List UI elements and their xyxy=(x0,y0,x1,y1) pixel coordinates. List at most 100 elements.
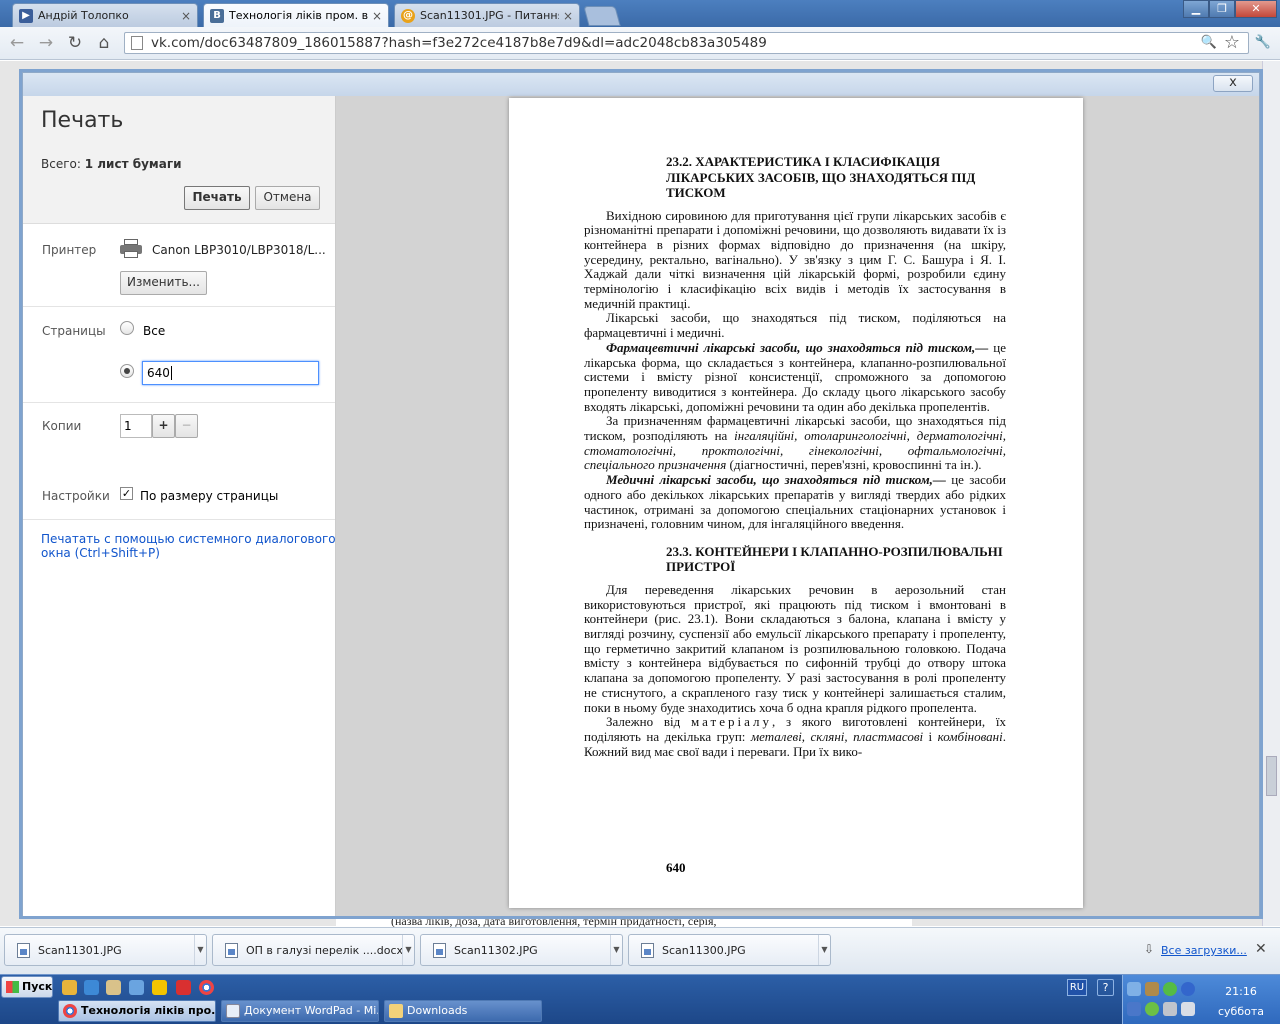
forward-icon[interactable]: → xyxy=(35,33,57,53)
quicklaunch-star-icon[interactable] xyxy=(152,980,167,995)
divider xyxy=(23,519,335,520)
section-heading: 23.3. КОНТЕЙНЕРИ І КЛАПАННО-РОЗПИЛЮВАЛЬН… xyxy=(666,543,1003,575)
all-downloads-link[interactable]: Все загрузки... xyxy=(1161,944,1247,957)
download-name: Scan11302.JPG xyxy=(454,943,538,957)
printer-name[interactable]: Canon LBP3010/LBP3018/L... xyxy=(152,243,326,257)
task-wordpad[interactable]: Документ WordPad - Mi... xyxy=(221,1000,379,1022)
quicklaunch-opera-icon[interactable] xyxy=(176,980,191,995)
fit-to-page-checkbox[interactable]: ✓ xyxy=(120,487,133,500)
quicklaunch-files-icon[interactable] xyxy=(106,980,121,995)
close-tab-icon[interactable]: × xyxy=(563,9,573,23)
print-header: Печать Всего: 1 лист бумаги Печать Отмен… xyxy=(23,96,335,224)
volume-icon[interactable] xyxy=(1181,1002,1195,1016)
pages-label: Страницы xyxy=(42,324,106,338)
download-item[interactable]: Scan11301.JPG ▼ xyxy=(4,934,207,966)
start-label: Пуск xyxy=(22,980,53,993)
messenger-icon[interactable] xyxy=(1145,1002,1159,1016)
paragraph: Лікарські засоби, що знаходяться під тис… xyxy=(584,310,1006,341)
help-icon[interactable]: ? xyxy=(1097,979,1114,996)
pages-custom-radio[interactable] xyxy=(120,364,134,378)
pages-all-radio[interactable] xyxy=(120,321,134,335)
chevron-down-icon[interactable]: ▼ xyxy=(818,935,830,965)
text: і xyxy=(923,729,938,744)
download-item[interactable]: Scan11302.JPG ▼ xyxy=(420,934,623,966)
minimize-button[interactable]: ▁ xyxy=(1183,0,1209,18)
term: Медичні лікарські засоби, що знаходяться… xyxy=(606,472,946,488)
language-indicator[interactable]: RU xyxy=(1067,979,1087,996)
task-downloads[interactable]: Downloads xyxy=(384,1000,542,1022)
scrollbar-thumb[interactable] xyxy=(1266,756,1277,796)
settings-label: Настройки xyxy=(42,489,110,503)
total-value: 1 лист бумаги xyxy=(84,157,182,171)
image-file-icon xyxy=(641,942,654,958)
restore-button[interactable]: ❐ xyxy=(1209,0,1235,18)
new-tab-button[interactable] xyxy=(583,6,621,26)
start-button[interactable]: Пуск xyxy=(1,976,53,998)
page-scrollbar[interactable] xyxy=(1262,61,1280,926)
zoom-icon[interactable]: 🔍 xyxy=(1198,33,1220,53)
download-name: Scan11301.JPG xyxy=(38,943,122,957)
task-label: Документ WordPad - Mi... xyxy=(244,1004,379,1017)
image-file-icon xyxy=(17,942,30,958)
cancel-button[interactable]: Отмена xyxy=(255,186,320,210)
tab-scan[interactable]: @ Scan11301.JPG - Питання д × xyxy=(394,3,580,27)
copies-input[interactable]: 1 xyxy=(120,414,152,438)
chevron-down-icon[interactable]: ▼ xyxy=(194,935,206,965)
sync-icon[interactable] xyxy=(1127,1002,1141,1016)
paragraph: Фармацевтичні лікарські засоби, що знахо… xyxy=(584,340,1006,415)
close-tab-icon[interactable]: × xyxy=(181,9,191,23)
chevron-down-icon[interactable]: ▼ xyxy=(610,935,622,965)
tab-andriy[interactable]: ▶ Андрій Толопко × xyxy=(12,3,198,27)
dialog-close-button[interactable]: x xyxy=(1213,75,1253,92)
task-chrome[interactable]: Технологія ліків про... xyxy=(58,1000,216,1022)
wrench-icon[interactable]: 🔧 xyxy=(1252,33,1274,53)
close-tab-icon[interactable]: × xyxy=(372,9,382,23)
quicklaunch-app-icon[interactable] xyxy=(129,980,144,995)
home-icon[interactable]: ⌂ xyxy=(93,33,115,53)
tools-icon[interactable] xyxy=(1163,1002,1177,1016)
reload-icon[interactable]: ↻ xyxy=(64,33,86,53)
chevron-down-icon[interactable]: ▼ xyxy=(402,935,414,965)
network-icon[interactable] xyxy=(1127,982,1141,996)
tab-title: Scan11301.JPG - Питання д xyxy=(420,9,559,22)
quicklaunch-chrome-icon[interactable] xyxy=(199,980,214,995)
clock[interactable]: 21:16 суббота xyxy=(1206,983,1276,1021)
clock-time: 21:16 xyxy=(1225,985,1257,998)
antivirus-icon[interactable] xyxy=(1163,982,1177,996)
back-icon[interactable]: ← xyxy=(6,33,28,53)
quicklaunch-ie-icon[interactable] xyxy=(84,980,99,995)
url-text: vk.com/doc63487809_186015887?hash=f3e272… xyxy=(151,35,767,51)
address-bar[interactable]: vk.com/doc63487809_186015887?hash=f3e272… xyxy=(124,32,1249,54)
copies-plus-button[interactable]: + xyxy=(152,414,175,438)
quicklaunch-1c-icon[interactable] xyxy=(62,980,77,995)
close-download-bar-icon[interactable]: ✕ xyxy=(1255,941,1267,957)
sheet-count: Всего: 1 лист бумаги xyxy=(41,157,182,171)
download-item[interactable]: Scan11300.JPG ▼ xyxy=(628,934,831,966)
mail-icon: @ xyxy=(401,8,415,23)
image-file-icon xyxy=(433,942,446,958)
system-dialog-link[interactable]: Печатать с помощью системного диалоговог… xyxy=(41,532,335,560)
vk-icon: B xyxy=(210,8,224,23)
document-file-icon xyxy=(225,942,238,958)
download-name: Scan11300.JPG xyxy=(662,943,746,957)
copies-minus-button[interactable]: − xyxy=(175,414,198,438)
usb-icon[interactable] xyxy=(1145,982,1159,996)
change-printer-button[interactable]: Изменить... xyxy=(120,271,207,295)
print-title: Печать xyxy=(41,108,124,133)
power-icon[interactable] xyxy=(1181,982,1195,996)
printer-label: Принтер xyxy=(42,243,97,257)
print-sidebar: Печать Всего: 1 лист бумаги Печать Отмен… xyxy=(23,96,336,916)
pages-input[interactable]: 640 xyxy=(142,361,319,385)
copies-label: Копии xyxy=(42,419,82,433)
download-item[interactable]: ОП в галузі перелік ....docx ▼ xyxy=(212,934,415,966)
close-window-button[interactable]: ✕ xyxy=(1235,0,1277,18)
tab-title: Андрій Толопко xyxy=(38,9,129,22)
star-icon[interactable]: ☆ xyxy=(1221,33,1243,53)
task-label: Downloads xyxy=(407,1004,468,1017)
page-icon xyxy=(131,36,143,50)
video-icon: ▶ xyxy=(19,8,33,23)
print-button[interactable]: Печать xyxy=(184,186,250,210)
tab-technology[interactable]: B Технологія ліків пром. ви-ц × xyxy=(203,3,389,27)
divider xyxy=(23,402,335,403)
print-preview[interactable]: 23.2. ХАРАКТЕРИСТИКА І КЛАСИФІКАЦІЯ ЛІКА… xyxy=(336,96,1259,916)
